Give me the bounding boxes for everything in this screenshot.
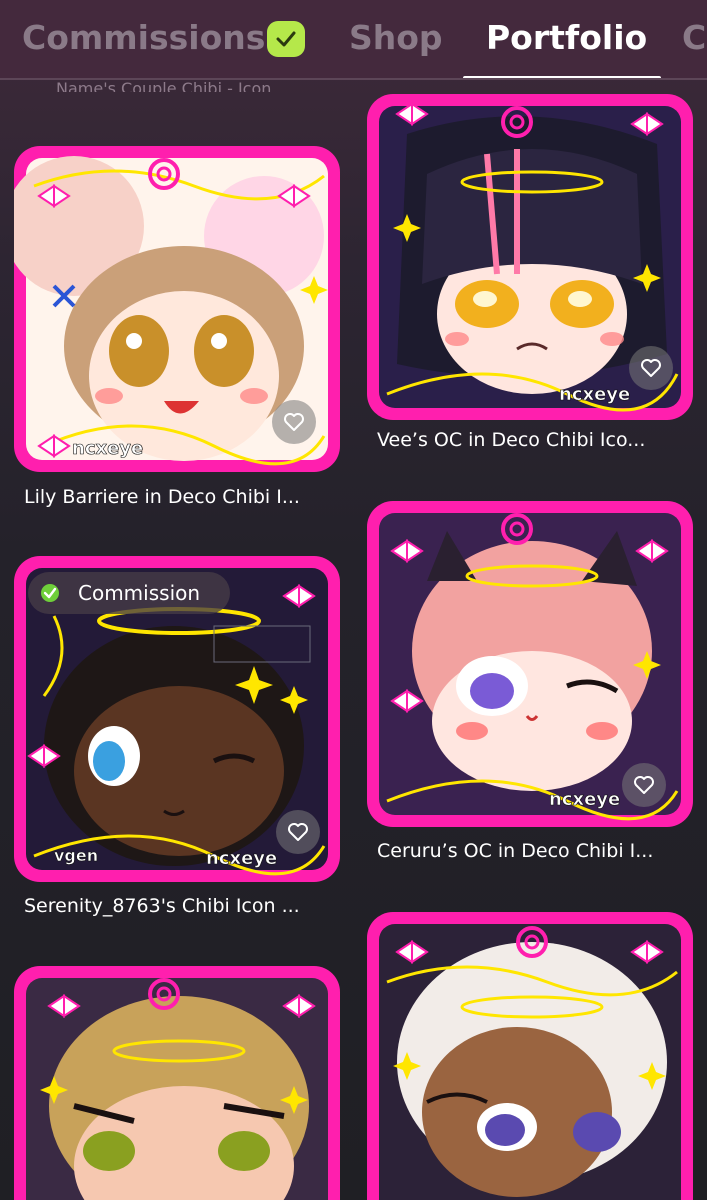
heart-icon bbox=[641, 359, 661, 377]
favorite-button[interactable] bbox=[629, 346, 673, 390]
artist-signature: ncxeye bbox=[206, 848, 278, 870]
favorite-button[interactable] bbox=[622, 763, 666, 807]
commission-badge-label: Commission bbox=[78, 581, 201, 605]
portfolio-item-title[interactable]: Lily Barriere in Deco Chibi I... bbox=[24, 484, 344, 510]
partial-item-title: Name's Couple Chibi - Icon... bbox=[56, 79, 287, 92]
artist-signature: ncxeye bbox=[549, 789, 621, 811]
artist-signature: ncxeye bbox=[559, 384, 631, 406]
heart-icon bbox=[284, 413, 304, 431]
tab-portfolio[interactable]: Portfolio bbox=[486, 18, 647, 58]
heart-icon bbox=[634, 776, 654, 794]
tab-overflow[interactable]: C bbox=[682, 18, 706, 58]
portfolio-item-title[interactable]: Serenity_8763's Chibi Icon ... bbox=[24, 893, 344, 919]
tab-shop[interactable]: Shop bbox=[349, 18, 443, 58]
portfolio-item-title[interactable]: Vee’s OC in Deco Chibi Ico... bbox=[377, 427, 697, 453]
artwork-thumbnail[interactable] bbox=[14, 966, 340, 1200]
artwork-thumbnail[interactable] bbox=[367, 912, 693, 1200]
shield-check-icon bbox=[41, 584, 59, 602]
tab-commissions[interactable]: Commissions bbox=[22, 18, 265, 58]
verified-check-icon bbox=[267, 21, 305, 57]
favorite-button[interactable] bbox=[276, 810, 320, 854]
portfolio-item-title[interactable]: Ceruru’s OC in Deco Chibi I... bbox=[377, 838, 697, 864]
heart-icon bbox=[288, 823, 308, 841]
commission-badge: Commission bbox=[28, 572, 230, 614]
artist-signature: ncxeye bbox=[72, 438, 144, 460]
vgen-watermark: vgen bbox=[54, 846, 99, 866]
favorite-button[interactable] bbox=[272, 400, 316, 444]
